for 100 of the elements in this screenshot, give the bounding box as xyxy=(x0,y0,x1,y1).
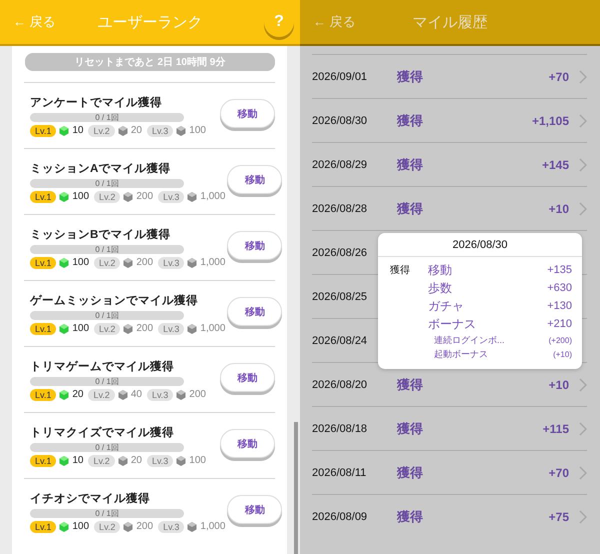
reward-amount: 10 xyxy=(72,455,84,466)
chevron-icon xyxy=(579,202,587,216)
level-badge: Lv.3 xyxy=(146,124,174,136)
history-amount: +70 xyxy=(548,70,569,84)
reward-amount: 1,000 xyxy=(200,323,226,334)
gem-icon xyxy=(59,456,70,466)
breakdown-amount: (+10) xyxy=(553,350,572,358)
level-badge: Lv.1 xyxy=(30,388,56,400)
reward-amount: 40 xyxy=(130,389,142,400)
gem-icon xyxy=(123,324,134,334)
breakdown-label: 歩数 xyxy=(428,280,452,296)
level-badge: Lv.1 xyxy=(30,256,56,268)
gem-icon xyxy=(59,258,70,268)
gem-icon xyxy=(118,456,128,466)
history-date: 2026/08/24 xyxy=(312,334,368,346)
move-button[interactable]: 移動 xyxy=(227,495,282,524)
reward-amount: 20 xyxy=(130,455,142,466)
history-amount: +145 xyxy=(542,158,569,172)
gem-icon xyxy=(176,126,186,136)
level-badge: Lv.1 xyxy=(30,322,56,334)
gem-icon xyxy=(118,390,128,400)
mission-title: ミッションBでマイル獲得 xyxy=(30,228,172,242)
move-button[interactable]: 移動 xyxy=(227,165,282,194)
move-button[interactable]: 移動 xyxy=(227,231,282,260)
history-type: 獲得 xyxy=(397,200,423,218)
gem-icon xyxy=(176,456,186,466)
level-badge: Lv.3 xyxy=(146,388,174,400)
gem-icon xyxy=(176,390,186,400)
mission-title: ミッションAでマイル獲得 xyxy=(30,162,172,176)
progress-text: 0 / 1回 xyxy=(95,112,119,122)
reset-countdown: リセットまであと 2日 10時間 9分 xyxy=(25,53,275,71)
progress-text: 0 / 1回 xyxy=(95,244,119,254)
popup-type: 獲得 xyxy=(390,264,411,278)
level-badge: Lv.1 xyxy=(30,190,56,202)
chevron-icon xyxy=(579,510,587,524)
history-date: 2026/08/18 xyxy=(312,422,368,434)
screen-title: ユーザーランク xyxy=(98,12,202,32)
history-amount: +75 xyxy=(548,510,569,524)
mission-title: ゲームミッションでマイル獲得 xyxy=(30,294,199,308)
breakdown-label: ガチャ xyxy=(428,298,464,314)
reward-amount: 20 xyxy=(130,125,142,136)
breakdown-amount: +130 xyxy=(547,300,572,312)
level-badge: Lv.3 xyxy=(158,256,184,268)
move-button[interactable]: 移動 xyxy=(227,297,282,326)
history-type: 獲得 xyxy=(397,68,423,86)
chevron-icon xyxy=(579,114,587,128)
history-date: 2026/08/25 xyxy=(312,290,368,302)
reward-amount: 100 xyxy=(72,191,90,202)
chevron-icon xyxy=(579,70,587,84)
gem-icon xyxy=(118,126,128,136)
history-date: 2026/09/01 xyxy=(312,70,368,82)
reward-amount: 1,000 xyxy=(200,521,226,532)
move-button[interactable]: 移動 xyxy=(220,363,275,392)
breakdown-amount: +210 xyxy=(547,318,572,330)
gem-icon xyxy=(187,258,198,268)
history-amount: +70 xyxy=(548,466,569,480)
gem-icon xyxy=(59,522,70,532)
history-date: 2026/08/11 xyxy=(312,466,368,478)
reward-amount: 1,000 xyxy=(200,191,226,202)
history-amount: +115 xyxy=(542,422,569,436)
gem-icon xyxy=(59,390,70,400)
mission-title: トリマクイズでマイル獲得 xyxy=(30,426,175,440)
reward-amount: 100 xyxy=(72,521,90,532)
level-badge: Lv.1 xyxy=(30,520,56,532)
level-badge: Lv.2 xyxy=(88,124,115,136)
scrollbar[interactable] xyxy=(294,422,298,554)
level-badge: Lv.2 xyxy=(94,190,120,202)
level-badge: Lv.3 xyxy=(158,322,184,334)
progress-text: 0 / 1回 xyxy=(95,442,119,452)
reward-amount: 100 xyxy=(72,257,90,268)
level-badge: Lv.3 xyxy=(158,520,184,532)
breakdown-amount: +630 xyxy=(547,282,572,294)
reward-amount: 200 xyxy=(189,389,206,400)
gem-icon xyxy=(187,522,198,532)
breakdown-label: ボーナス xyxy=(428,316,476,332)
history-type: 獲得 xyxy=(397,376,423,394)
breakdown-label: 連続ログインボ... xyxy=(434,334,505,346)
reward-amount: 200 xyxy=(136,323,154,334)
breakdown-label: 起動ボーナス xyxy=(434,348,488,360)
history-type: 獲得 xyxy=(397,420,423,438)
history-type: 獲得 xyxy=(397,112,423,130)
level-badge: Lv.2 xyxy=(94,520,120,532)
gem-icon xyxy=(59,324,70,334)
reward-amount: 200 xyxy=(136,257,154,268)
history-date: 2026/08/26 xyxy=(312,246,368,258)
progress-text: 0 / 1回 xyxy=(95,310,119,320)
mission-title: トリマゲームでマイル獲得 xyxy=(30,360,175,374)
move-button[interactable]: 移動 xyxy=(220,429,275,458)
level-badge: Lv.1 xyxy=(30,124,56,136)
history-type: 獲得 xyxy=(397,156,423,174)
mission-title: イチオシでマイル獲得 xyxy=(30,492,151,506)
reward-amount: 10 xyxy=(72,125,84,136)
history-amount: +10 xyxy=(548,378,569,392)
breakdown-amount: +135 xyxy=(547,264,572,276)
move-button[interactable]: 移動 xyxy=(220,99,275,128)
gem-icon xyxy=(123,192,134,202)
chevron-icon xyxy=(579,422,587,436)
progress-text: 0 / 1回 xyxy=(95,508,119,518)
level-badge: Lv.2 xyxy=(94,256,120,268)
popup-date: 2026/08/30 xyxy=(378,233,582,257)
